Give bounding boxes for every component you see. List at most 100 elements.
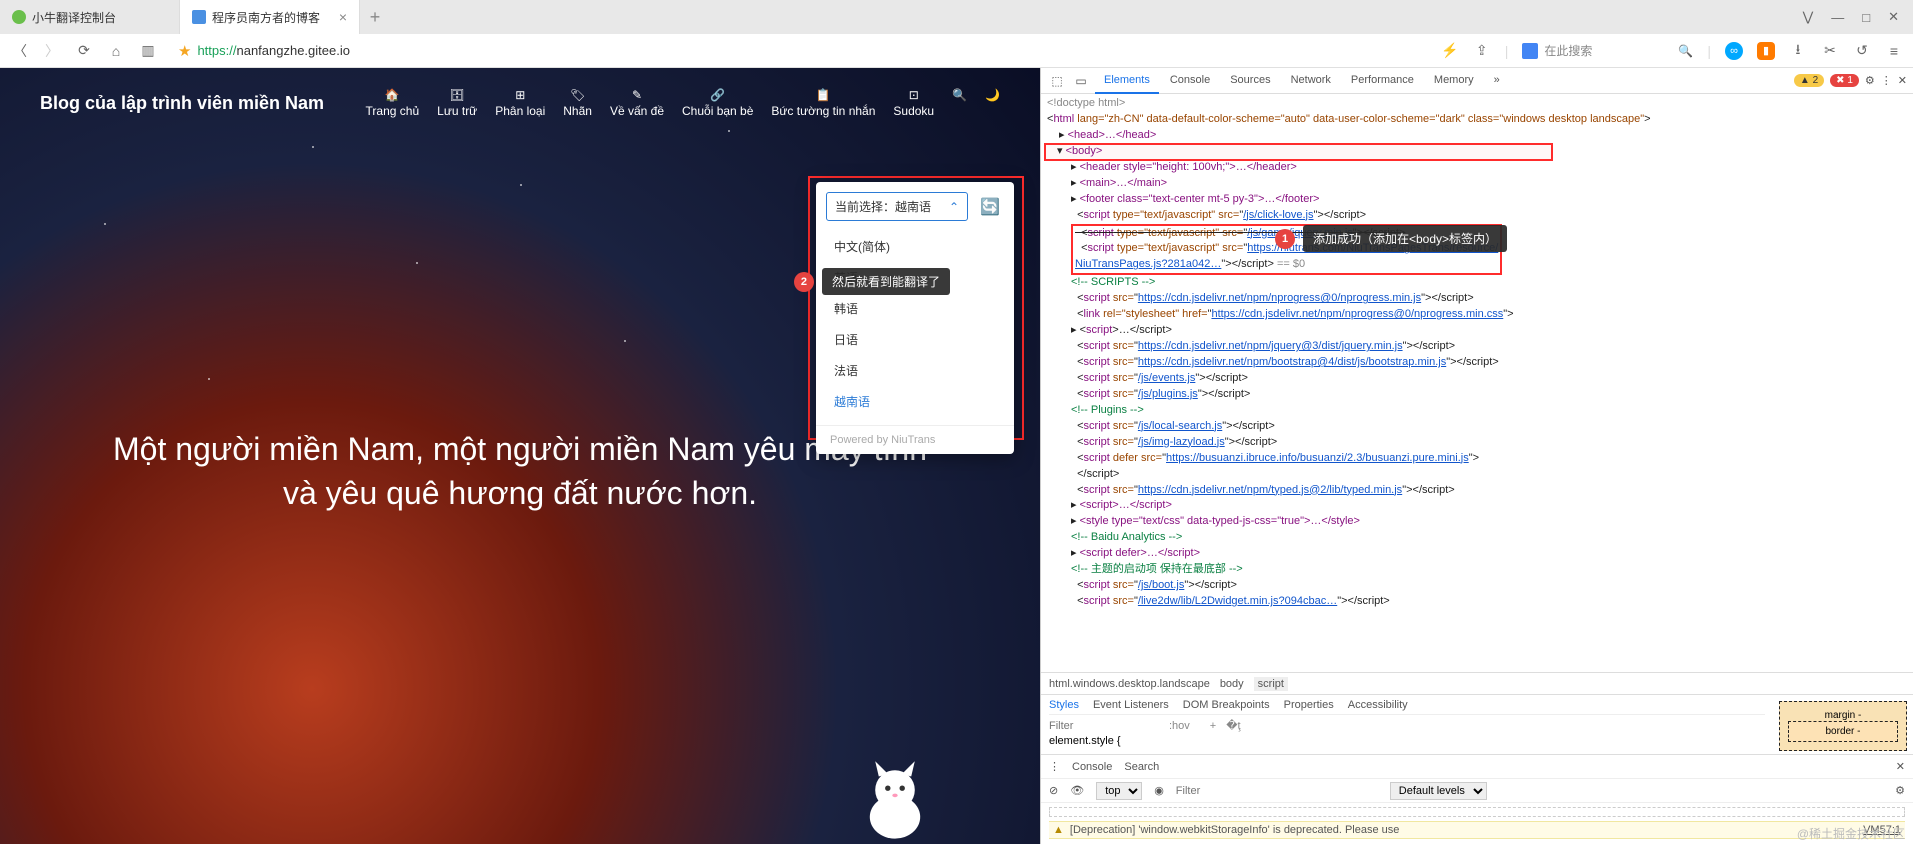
lang-option[interactable]: 中文(简体) (830, 231, 1000, 262)
maximize-icon[interactable]: □ (1862, 10, 1870, 25)
styles-tab[interactable]: Properties (1284, 699, 1334, 711)
nav-item[interactable]: 📋Bức tường tin nhắn (771, 88, 875, 119)
lang-option[interactable]: 日语 (830, 324, 1000, 355)
separator: | (1707, 43, 1711, 59)
nav-item[interactable]: 🗄Lưu trữ (437, 88, 477, 119)
lang-option[interactable]: 韩语 (830, 293, 1000, 324)
search-box[interactable]: 在此搜索 🔍 (1522, 42, 1693, 59)
console-message: [Deprecation] 'window.webkitStorageInfo'… (1070, 824, 1400, 836)
cut-icon[interactable]: ✂ (1821, 42, 1839, 60)
level-select[interactable]: Default levels (1390, 782, 1487, 800)
search-icon[interactable]: 🔍 (1678, 44, 1693, 58)
share-icon[interactable]: ⇪ (1473, 42, 1491, 60)
dt-tab[interactable]: Memory (1425, 68, 1483, 94)
ext-icon[interactable]: ▮ (1757, 42, 1775, 60)
eye-icon[interactable]: 👁 (1070, 784, 1084, 797)
close-icon[interactable]: ✕ (1896, 760, 1905, 773)
devtools-panel: ⬚ ▭ Elements Console Sources Network Per… (1040, 68, 1913, 844)
tab-label: 程序员南方者的博客 (212, 9, 320, 26)
dt-tab[interactable]: Elements (1095, 68, 1159, 94)
favicon-icon (12, 10, 26, 24)
language-select[interactable]: 当前选择：越南语⌃ (826, 192, 968, 221)
tab-0[interactable]: 小牛翻译控制台 (0, 0, 180, 34)
address-bar[interactable]: ★ https://nanfangzhe.gitee.io (178, 42, 350, 60)
language-list: 中文(简体) 英语 韩语 日语 法语 越南语 (816, 231, 1014, 425)
styles-tab[interactable]: DOM Breakpoints (1183, 699, 1270, 711)
nav-search-icon[interactable]: 🔍 (952, 88, 967, 119)
lang-option[interactable]: 法语 (830, 355, 1000, 386)
page-viewport: Blog của lập trình viên miền Nam 🏠Trang … (0, 68, 1040, 844)
device-icon[interactable]: ▭ (1071, 74, 1091, 88)
warning-badge[interactable]: ▲ 2 (1794, 74, 1824, 87)
add-rule-icon[interactable]: + (1210, 720, 1216, 732)
hov-toggle[interactable]: :hov (1169, 720, 1190, 732)
annotation-text: 添加成功（添加在<body>标签内） (1303, 225, 1507, 252)
more-icon[interactable]: �ţ (1226, 719, 1240, 732)
forward-icon[interactable]: 〉 (42, 41, 62, 61)
eye-icon[interactable]: ◉ (1154, 784, 1164, 797)
nav-item[interactable]: ⊞Phân loại (495, 88, 545, 119)
dt-tab[interactable]: Performance (1342, 68, 1423, 94)
home-icon[interactable]: ⌂ (106, 43, 126, 59)
history-icon[interactable]: ↺ (1853, 42, 1871, 60)
styles-tab[interactable]: Styles (1049, 699, 1079, 711)
separator: | (1505, 43, 1509, 59)
console-tab[interactable]: Search (1124, 761, 1159, 773)
site-title[interactable]: Blog của lập trình viên miền Nam (40, 93, 324, 114)
settings-icon[interactable]: ⚙ (1895, 784, 1905, 797)
styles-tab[interactable]: Accessibility (1348, 699, 1408, 711)
search-placeholder: 在此搜索 (1544, 42, 1592, 59)
console-filter[interactable] (1176, 785, 1318, 797)
dt-tab[interactable]: Sources (1221, 68, 1279, 94)
annotation-badge: 2 (794, 272, 814, 292)
reader-icon[interactable]: ▥ (138, 42, 158, 59)
clear-icon[interactable]: ⊘ (1049, 784, 1058, 797)
nav-item[interactable]: ⊡Sudoku (893, 88, 934, 119)
tab-label: 小牛翻译控制台 (32, 9, 116, 26)
console-toggle-icon[interactable]: ⋮ (1049, 760, 1060, 773)
chevron-up-icon: ⌃ (949, 200, 959, 214)
nav-item[interactable]: 🏷Nhãn (563, 88, 592, 119)
nav-menu: 🏠Trang chủ 🗄Lưu trữ ⊞Phân loại 🏷Nhãn ✎Về… (366, 88, 1000, 119)
dt-tab-more[interactable]: » (1485, 68, 1509, 94)
tab-menu-icon[interactable]: ⋁ (1803, 9, 1814, 25)
bolt-icon[interactable]: ⚡ (1441, 42, 1459, 60)
lang-option[interactable]: 越南语 (830, 386, 1000, 417)
annotation-badge: 1 (1275, 229, 1295, 249)
close-icon[interactable]: × (339, 9, 347, 25)
breadcrumb[interactable]: html.windows.desktop.landscapebodyscript (1041, 672, 1913, 694)
context-select[interactable]: top (1096, 782, 1142, 800)
star-icon[interactable]: ★ (178, 42, 191, 60)
theme-toggle-icon[interactable]: 🌙 (985, 88, 1000, 119)
styles-filter[interactable] (1049, 720, 1159, 732)
download-icon[interactable]: ⭳ (1789, 42, 1807, 60)
dt-tab[interactable]: Network (1282, 68, 1340, 94)
inspect-icon[interactable]: ⬚ (1047, 74, 1067, 88)
mascot-cat (850, 754, 940, 844)
nav-item[interactable]: 🏠Trang chủ (366, 88, 420, 119)
watermark: @稀土掘金技术社区 (1797, 825, 1905, 842)
styles-tab[interactable]: Event Listeners (1093, 699, 1169, 711)
browser-tabs: 小牛翻译控制台 程序员南方者的博客 × + ⋁ — □ ✕ (0, 0, 1913, 34)
menu-icon[interactable]: ≡ (1885, 42, 1903, 60)
url-scheme: https:// (197, 43, 236, 58)
back-icon[interactable]: 〈 (10, 41, 30, 61)
refresh-icon[interactable]: ⟳ (74, 42, 94, 59)
nav-item[interactable]: ✎Về vấn đề (610, 88, 664, 119)
nav-item[interactable]: 🔗Chuỗi bạn bè (682, 88, 753, 119)
error-badge[interactable]: ✖ 1 (1830, 74, 1859, 87)
warning-icon: ▲ (1053, 824, 1064, 836)
ext-icon[interactable]: ∞ (1725, 42, 1743, 60)
settings-icon[interactable]: ⚙ (1865, 74, 1875, 87)
element-style: element.style { (1049, 732, 1765, 747)
console-tab[interactable]: Console (1072, 761, 1112, 773)
tab-1[interactable]: 程序员南方者的博客 × (180, 0, 360, 34)
elements-tree[interactable]: <!doctype html> <html lang="zh-CN" data-… (1041, 94, 1913, 672)
dt-tab[interactable]: Console (1161, 68, 1219, 94)
new-tab-button[interactable]: + (360, 0, 390, 34)
close-window-icon[interactable]: ✕ (1888, 9, 1899, 25)
translate-icon[interactable]: 🔄 (976, 193, 1004, 221)
minimize-icon[interactable]: — (1831, 10, 1844, 25)
close-icon[interactable]: ✕ (1898, 74, 1907, 87)
more-icon[interactable]: ⋮ (1881, 74, 1892, 87)
